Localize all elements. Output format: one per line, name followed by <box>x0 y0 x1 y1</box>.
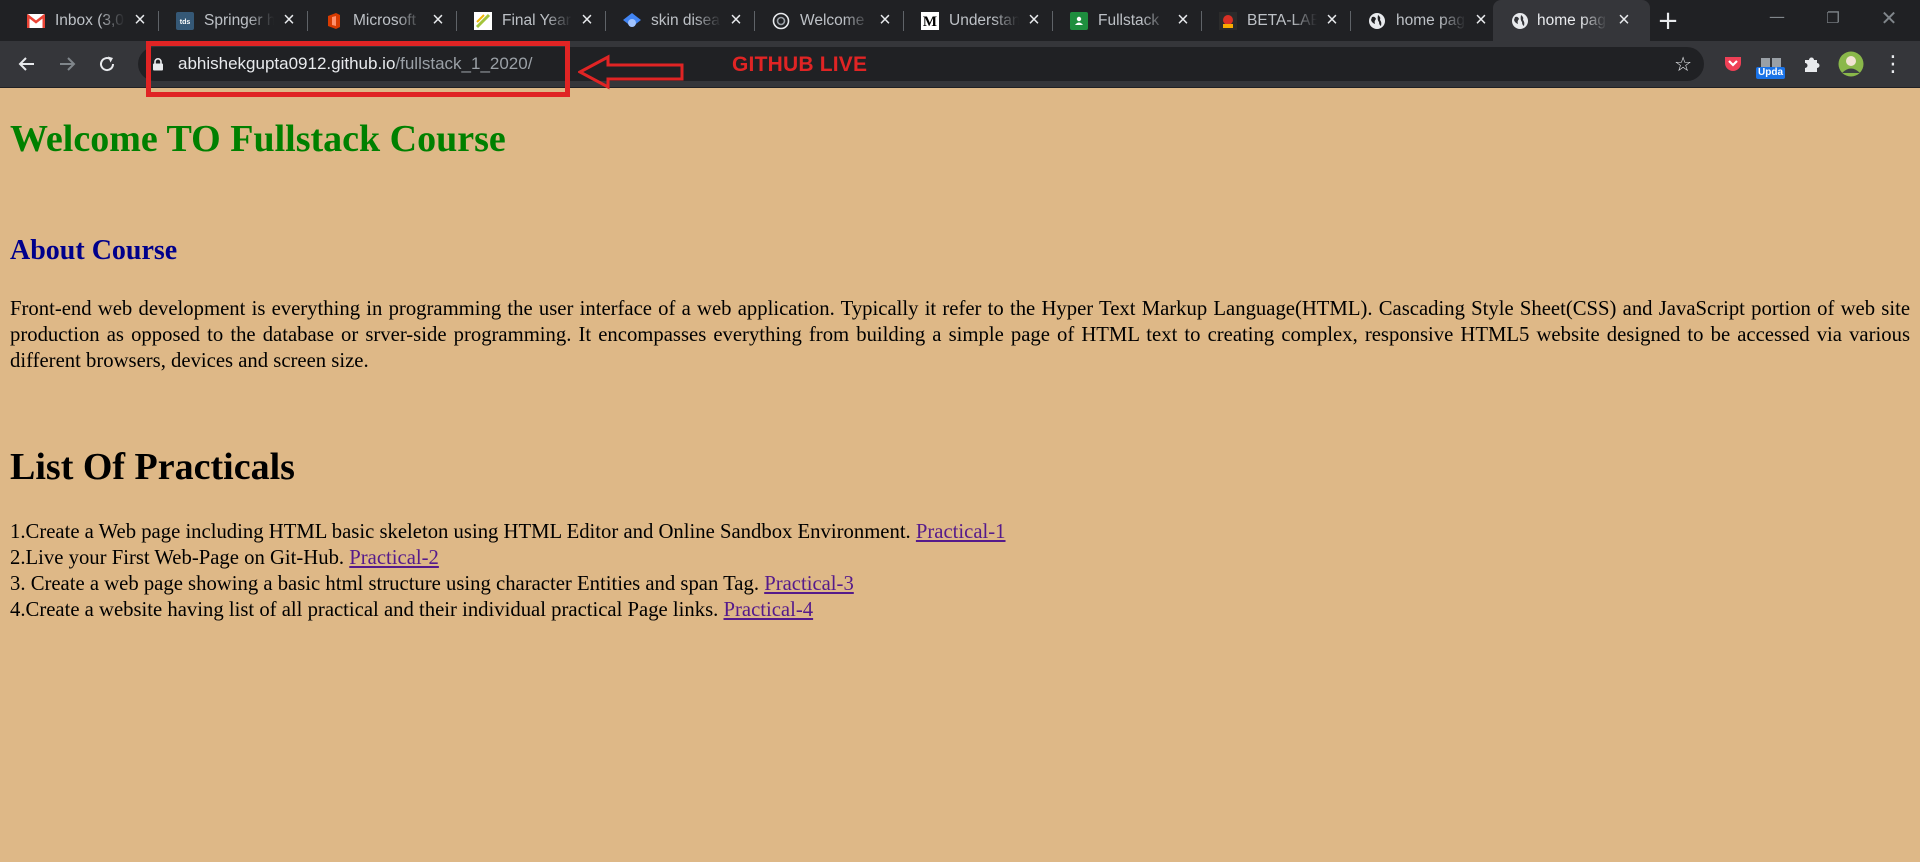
medium-icon: M <box>921 12 939 30</box>
practical-3-link[interactable]: Practical-3 <box>764 573 854 595</box>
close-icon[interactable]: × <box>727 10 745 30</box>
minimize-icon[interactable]: — <box>1762 6 1792 34</box>
reload-icon <box>100 56 115 72</box>
tab-home-page-active[interactable]: home pag × <box>1493 0 1650 41</box>
tab-title: Springer h <box>204 11 274 31</box>
tds-icon: tds <box>176 12 194 30</box>
tab-final-year[interactable]: Final Year × <box>447 0 607 41</box>
tab-skin-disease[interactable]: skin disea × <box>596 0 756 41</box>
puzzle-icon <box>1805 57 1820 72</box>
practical-1-link[interactable]: Practical-1 <box>916 521 1006 543</box>
globe-icon <box>1511 12 1529 30</box>
tab-welcome[interactable]: Welcome × <box>745 0 905 41</box>
back-button[interactable] <box>12 49 42 79</box>
reading-extension-icon[interactable]: Upda <box>1756 51 1785 79</box>
practical-4-link[interactable]: Practical-4 <box>724 599 814 621</box>
forward-button[interactable] <box>52 49 82 79</box>
extensions-button[interactable] <box>1799 51 1825 77</box>
office-icon <box>325 12 343 30</box>
tab-title: BETA-LAB <box>1247 11 1317 31</box>
beta-lab-icon <box>1219 12 1237 30</box>
tab-title: home pag <box>1537 11 1607 31</box>
annotation-label: GITHUB LIVE <box>732 53 868 76</box>
close-icon[interactable]: × <box>876 10 894 30</box>
close-icon[interactable]: × <box>429 10 447 30</box>
profile-avatar[interactable] <box>1838 51 1864 77</box>
about-paragraph: Front-end web development is everything … <box>10 298 1910 372</box>
close-icon[interactable]: × <box>131 10 149 30</box>
close-icon[interactable]: × <box>578 10 596 30</box>
close-icon[interactable]: × <box>1025 10 1043 30</box>
tab-title: Inbox (3,0 <box>55 11 125 31</box>
restore-icon[interactable]: ❐ <box>1818 6 1848 34</box>
close-icon[interactable]: × <box>1472 10 1490 30</box>
annotation-arrow-icon <box>578 54 684 90</box>
close-icon[interactable]: × <box>1174 10 1192 30</box>
svg-text:tds: tds <box>180 19 191 26</box>
list-item: 1.Create a Web page including HTML basic… <box>10 519 1006 545</box>
close-icon[interactable]: × <box>1615 10 1633 30</box>
avatar-icon <box>1838 51 1864 77</box>
new-tab-button[interactable]: + <box>1654 7 1682 35</box>
close-icon[interactable]: × <box>280 10 298 30</box>
arrow-left-icon <box>18 57 34 71</box>
svg-text:M: M <box>923 14 937 30</box>
list-item: 4.Create a website having list of all pr… <box>10 597 1006 623</box>
tab-microsoft[interactable]: Microsoft × <box>298 0 458 41</box>
globe-icon <box>1368 12 1386 30</box>
practical-2-link[interactable]: Practical-2 <box>349 547 439 569</box>
tab-title: Fullstack <box>1098 11 1168 31</box>
pocket-extension-icon[interactable] <box>1720 51 1746 77</box>
tab-title: Understan <box>949 11 1019 31</box>
tab-strip: Inbox (3,0 × tds Springer h × Microsoft … <box>0 0 1920 41</box>
tab-springer[interactable]: tds Springer h × <box>149 0 309 41</box>
tab-understanding[interactable]: M Understan × <box>894 0 1054 41</box>
tab-home-page[interactable]: home pag × <box>1341 0 1501 41</box>
reload-button[interactable] <box>92 49 122 79</box>
tab-title: skin disea <box>651 11 721 31</box>
list-item: 3. Create a web page showing a basic htm… <box>10 571 1006 597</box>
annotation-highlight-box <box>146 41 570 97</box>
tab-gmail[interactable]: Inbox (3,0 × <box>0 0 160 41</box>
practical-description: 3. Create a web page showing a basic htm… <box>10 573 765 595</box>
tab-title: Welcome <box>800 11 870 31</box>
tab-beta-lab[interactable]: BETA-LAB × <box>1192 0 1352 41</box>
close-window-icon[interactable]: ✕ <box>1874 6 1904 34</box>
tab-title: home pag <box>1396 11 1466 31</box>
tab-fullstack[interactable]: Fullstack × <box>1043 0 1203 41</box>
page-title: Welcome TO Fullstack Course <box>10 118 506 160</box>
menu-kebab-icon[interactable]: ⋮ <box>1880 51 1906 77</box>
practical-description: 1.Create a Web page including HTML basic… <box>10 521 916 543</box>
classroom-icon <box>1070 12 1088 30</box>
arrow-right-icon <box>60 57 76 71</box>
list-item: 2.Live your First Web-Page on Git-Hub. P… <box>10 545 1006 571</box>
globe-outline-icon <box>772 12 790 30</box>
gmail-icon <box>27 12 45 30</box>
practicals-heading: List Of Practicals <box>10 446 295 488</box>
close-icon[interactable]: × <box>1323 10 1341 30</box>
update-badge: Upda <box>1756 67 1785 79</box>
bookmark-star-icon[interactable]: ☆ <box>1674 53 1692 75</box>
tab-title: Microsoft <box>353 11 423 31</box>
practical-description: 2.Live your First Web-Page on Git-Hub. <box>10 547 350 569</box>
tab-title: Final Year <box>502 11 572 31</box>
practical-description: 4.Create a website having list of all pr… <box>10 599 724 621</box>
about-heading: About Course <box>10 235 178 266</box>
notebook-icon <box>474 12 492 30</box>
practical-list: 1.Create a Web page including HTML basic… <box>10 519 1006 623</box>
scholar-icon <box>623 12 641 30</box>
